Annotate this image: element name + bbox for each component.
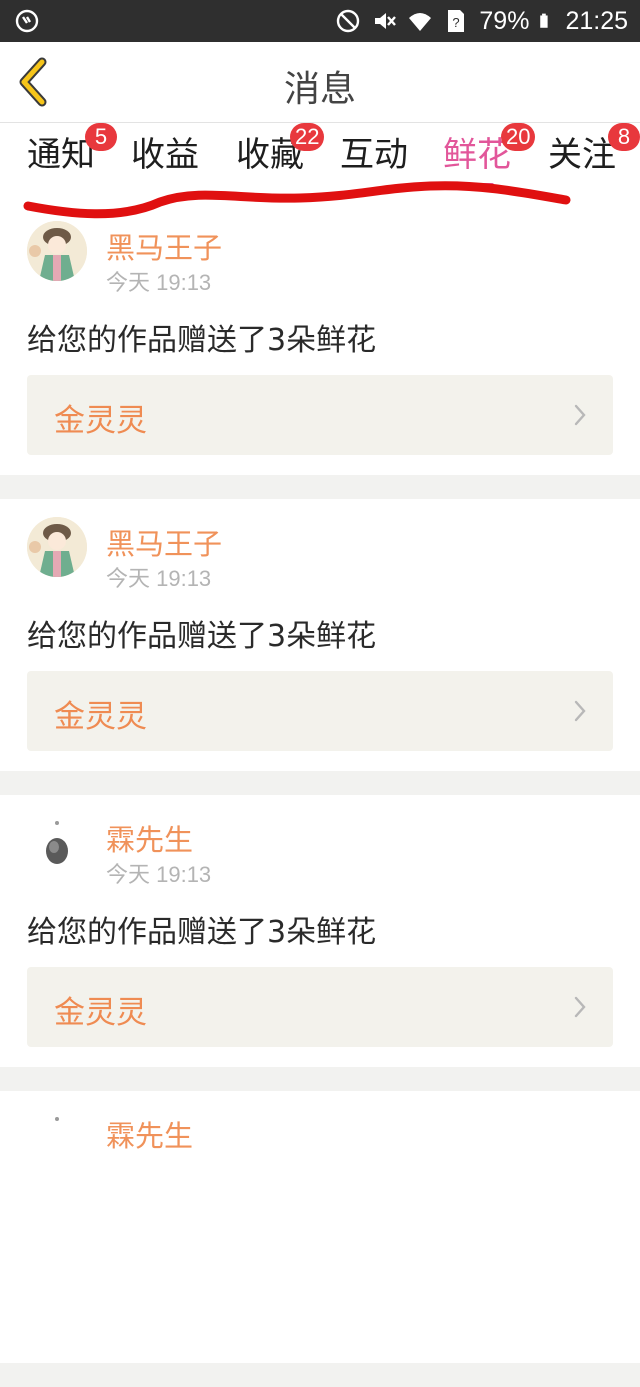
work-link[interactable]: 金灵灵 (27, 375, 613, 455)
tab-label: 互动 (340, 135, 408, 175)
chevron-right-icon (574, 996, 586, 1018)
username[interactable]: 黑马王子 (106, 521, 222, 563)
timestamp: 今天 19:13 (106, 566, 212, 591)
app-header: 消息 (0, 42, 640, 123)
clock: 21:25 (565, 6, 628, 35)
avatar-image (27, 1109, 87, 1169)
timestamp: 今天 19:13 (106, 270, 212, 295)
avatar[interactable] (27, 1109, 87, 1169)
tab-label: 收益 (131, 135, 199, 175)
page-title: 消息 (283, 69, 356, 110)
timestamp: 今天 19:13 (106, 862, 212, 887)
list-item: 霖先生 (0, 1091, 640, 1363)
message-text: 给您的作品赠送了3朵鲜花 (27, 915, 377, 950)
sync-icon (15, 9, 39, 33)
avatar-image (27, 813, 87, 873)
unread-badge: 20 (501, 123, 536, 151)
tab-flowers[interactable]: 鲜花 20 (443, 123, 536, 193)
tab-follows[interactable]: 关注 8 (548, 123, 640, 193)
unread-badge: 8 (608, 123, 640, 151)
chevron-right-icon (574, 404, 586, 426)
tab-earnings[interactable]: 收益 (131, 133, 199, 193)
work-link[interactable]: 金灵灵 (27, 967, 613, 1047)
wifi-icon (409, 13, 432, 31)
work-title: 金灵灵 (54, 699, 147, 735)
username[interactable]: 黑马王子 (106, 225, 222, 267)
avatar[interactable] (27, 813, 87, 873)
list-item: 霖先生 今天 19:13 给您的作品赠送了3朵鲜花 金灵灵 (0, 795, 640, 1067)
username[interactable]: 霖先生 (106, 817, 193, 859)
avatar[interactable] (27, 517, 87, 577)
work-title: 金灵灵 (54, 995, 147, 1031)
work-title: 金灵灵 (54, 403, 147, 439)
mute-icon (375, 13, 397, 29)
chevron-right-icon (574, 700, 586, 722)
tab-notifications[interactable]: 通知 5 (27, 123, 117, 193)
message-text: 给您的作品赠送了3朵鲜花 (27, 619, 377, 654)
avatar[interactable] (27, 221, 87, 281)
status-bar: ? 79% 21:25 (0, 0, 640, 42)
sim-unknown-icon: ? (448, 10, 465, 32)
avatar-image (27, 517, 87, 577)
svg-text:?: ? (453, 15, 460, 30)
tab-interactions[interactable]: 互动 (340, 133, 408, 193)
avatar-image (27, 221, 87, 281)
no-disturb-icon (337, 9, 360, 33)
list-item: 黑马王子 今天 19:13 给您的作品赠送了3朵鲜花 金灵灵 (0, 499, 640, 771)
battery-icon (540, 13, 549, 28)
unread-badge: 5 (85, 123, 117, 151)
tab-bar: 通知 5 收益 收藏 22 互动 鲜花 20 关注 8 (0, 123, 640, 203)
tab-favorites[interactable]: 收藏 22 (236, 123, 325, 193)
tab-label: 关注 (548, 135, 616, 175)
list-item: 黑马王子 今天 19:13 给您的作品赠送了3朵鲜花 金灵灵 (0, 203, 640, 475)
message-list: 黑马王子 今天 19:13 给您的作品赠送了3朵鲜花 金灵灵 黑马王子 今天 1… (0, 203, 640, 1387)
username[interactable]: 霖先生 (106, 1113, 193, 1155)
unread-badge: 22 (290, 123, 325, 151)
battery-percentage: 79% (479, 6, 530, 35)
work-link[interactable]: 金灵灵 (27, 671, 613, 751)
message-text: 给您的作品赠送了3朵鲜花 (27, 323, 377, 358)
active-tab-indicator (460, 183, 494, 187)
